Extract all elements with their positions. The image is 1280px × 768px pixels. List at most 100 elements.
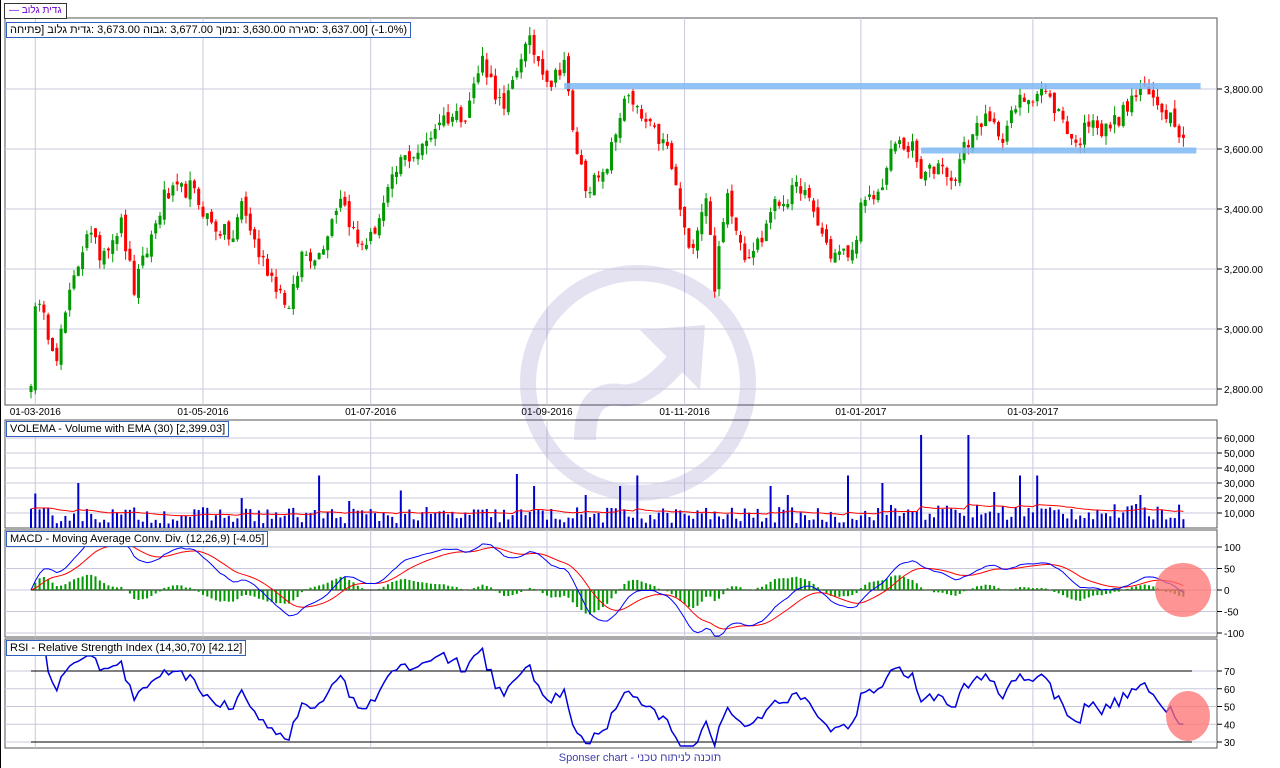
candle-body [984, 113, 988, 126]
volume-bar [176, 520, 179, 528]
candle-body [119, 217, 123, 234]
macd-histogram-bar [490, 587, 493, 590]
legend-label: גדית גלוב [21, 5, 62, 16]
macd-histogram-bar [292, 590, 295, 601]
macd-histogram-bar [1079, 590, 1082, 601]
macd-histogram-bar [705, 590, 708, 597]
macd-histogram-bar [133, 590, 136, 599]
volume-bar [730, 507, 733, 528]
macd-histogram-bar [945, 590, 948, 595]
volume-bar [472, 509, 475, 528]
volume-bar [167, 523, 170, 528]
volume-bar [1014, 506, 1017, 528]
volume-bar [692, 518, 695, 528]
candle-body [592, 174, 596, 196]
volume-bar [300, 522, 303, 528]
volume-bar [34, 493, 37, 528]
volume-bar [1010, 516, 1013, 528]
macd-histogram-bar [653, 585, 656, 590]
volume-bar [141, 521, 144, 528]
candle-body [278, 288, 282, 291]
macd-histogram-bar [442, 584, 445, 590]
sponsor-footer[interactable]: Sponser chart - תוכנה לניתוח טכני [0, 752, 1280, 764]
candle-body [1117, 116, 1121, 126]
candle-body [317, 253, 321, 260]
volume-bar [236, 518, 239, 528]
volume-bar [270, 518, 273, 528]
volume-bar [214, 515, 217, 528]
volume-panel-title: VOLEMA - Volume with EMA (30) [2,399.03] [6, 421, 230, 437]
macd-histogram-bar [1130, 587, 1133, 590]
price-info-header: (1.0%-) [3,637.00 :סגירה 3,630.00 :נמוך … [6, 22, 412, 38]
volume-bar [464, 512, 467, 528]
macd-histogram-bar [761, 586, 763, 590]
candle-body [807, 187, 811, 198]
volume-bar [1139, 495, 1142, 528]
candle-body [141, 255, 145, 266]
macd-histogram-bar [933, 590, 935, 593]
candle-body [489, 73, 493, 78]
candle-body [313, 260, 317, 266]
volume-bar [761, 521, 763, 528]
candle-body [588, 192, 592, 194]
candle-body [407, 151, 411, 162]
macd-histogram-bar [206, 590, 209, 597]
volume-bar [825, 521, 828, 528]
volume-bar [958, 512, 961, 528]
candle-body [1108, 124, 1112, 129]
series-legend[interactable]: — גדית גלוב [4, 3, 67, 19]
candle [317, 252, 321, 260]
volume-bar [1062, 513, 1064, 528]
candle-body [554, 69, 558, 83]
macd-histogram-bar [503, 590, 505, 596]
volume-bar [326, 512, 329, 528]
volume-bar [253, 521, 256, 528]
volume-bar [554, 518, 557, 528]
candle-body [524, 43, 527, 62]
candle-body [683, 206, 687, 228]
macd-histogram-bar [520, 590, 523, 593]
volume-bar [245, 508, 247, 528]
macd-histogram-bar [1113, 590, 1116, 592]
macd-histogram-bar [472, 588, 475, 590]
candle-body [700, 212, 704, 235]
candle-body [803, 189, 807, 196]
candle-body [665, 141, 669, 146]
candle-body [235, 217, 239, 240]
volume-bar [460, 517, 462, 528]
macd-histogram-bar [627, 580, 630, 590]
candle [859, 198, 863, 244]
candle-body [601, 172, 605, 182]
candle-body [455, 111, 459, 120]
y-tick-label: 10,000 [1224, 509, 1255, 520]
candle-body [751, 251, 755, 258]
volume-bar [718, 516, 720, 528]
y-tick-label: 3,200.00 [1224, 265, 1263, 276]
volume-bar [911, 511, 914, 528]
macd-histogram-bar [709, 590, 712, 597]
volume-bar [636, 475, 639, 528]
candle-body [463, 120, 467, 122]
macd-histogram-bar [189, 587, 192, 590]
volume-bar [1006, 519, 1009, 528]
candle-body [283, 292, 287, 305]
candle-body [812, 200, 816, 212]
volume-bar [855, 520, 858, 528]
candle-body [975, 122, 979, 136]
volume-bar [189, 517, 192, 528]
macd-histogram-bar [1036, 588, 1039, 590]
volume-bar [146, 511, 149, 528]
volume-bar [576, 507, 579, 528]
macd-histogram-bar [223, 590, 226, 602]
macd-histogram-bar [950, 590, 953, 596]
macd-histogram-bar [636, 579, 639, 590]
y-tick-label: 70 [1224, 667, 1236, 678]
candle-body [33, 306, 37, 391]
macd-histogram-bar [51, 582, 54, 590]
y-tick-label: 50 [1224, 703, 1236, 714]
candle-body [377, 218, 381, 236]
volume-bar [898, 515, 901, 528]
macd-histogram-bar [197, 590, 200, 592]
candle-body [1061, 110, 1065, 120]
volume-bar [705, 507, 708, 528]
